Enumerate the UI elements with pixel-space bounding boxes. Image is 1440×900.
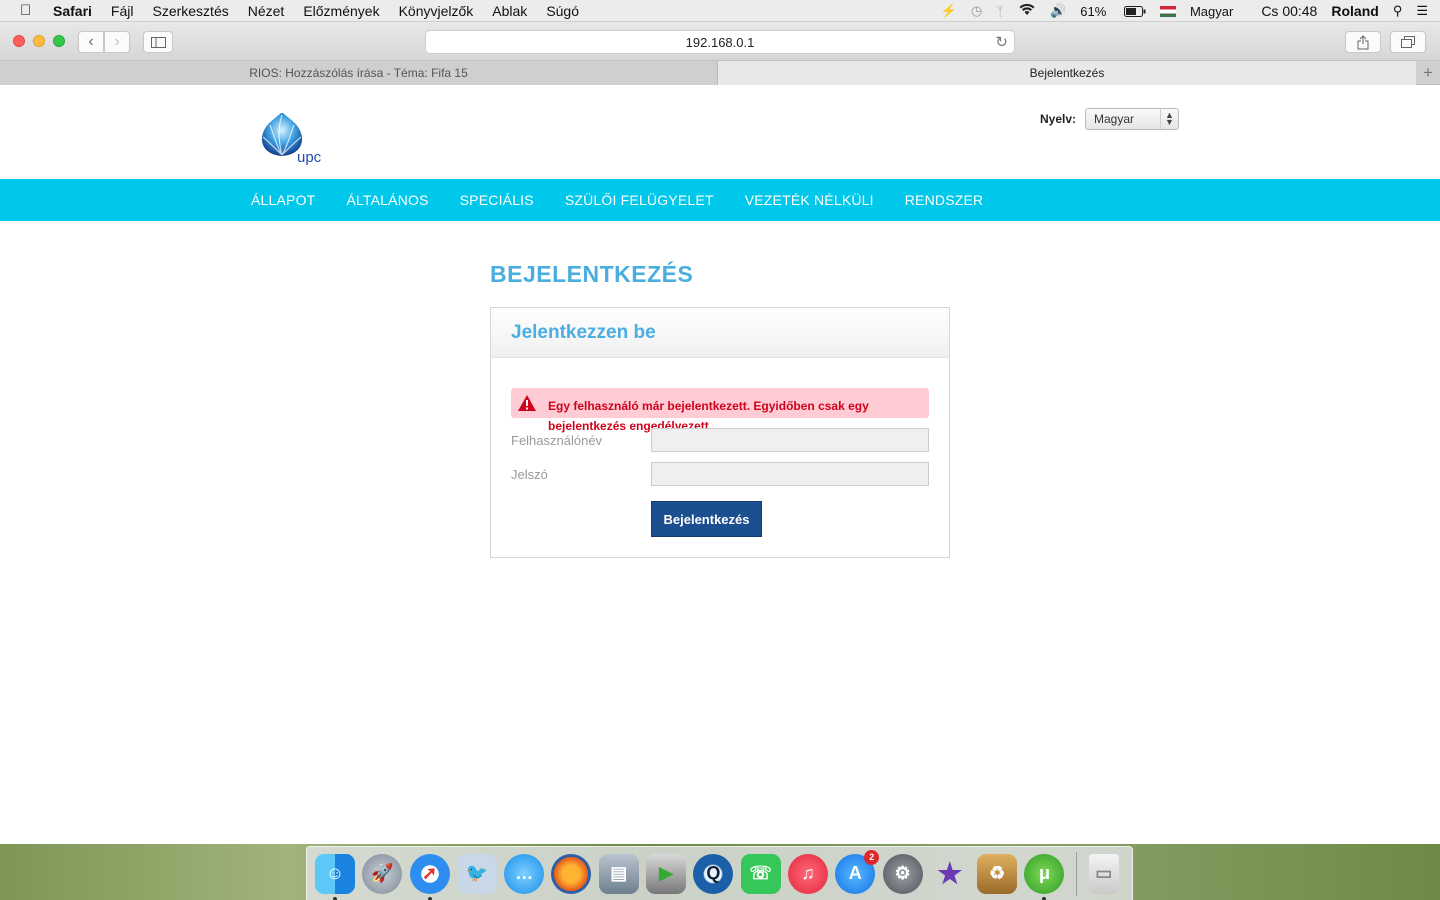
nav-advanced[interactable]: SPECIÁLIS: [460, 192, 534, 208]
video-app-icon[interactable]: ▶: [646, 853, 687, 894]
warning-icon: [518, 395, 536, 411]
spotlight-icon[interactable]: ⚲: [1393, 3, 1403, 19]
tab-rios[interactable]: RIOS: Hozzászólás írása - Téma: Fifa 15: [0, 61, 718, 85]
archive-utility-icon[interactable]: ♻: [977, 853, 1018, 894]
tab-label: RIOS: Hozzászólás írása - Téma: Fifa 15: [249, 66, 468, 80]
dock-separator: [1075, 851, 1077, 896]
login-panel-title: Jelentkezzen be: [511, 321, 656, 343]
running-indicator: [427, 896, 432, 900]
tabs-overview-icon: [1401, 36, 1415, 48]
hungarian-flag-icon: [1159, 5, 1176, 17]
dock: ☺ 🚀 ➚ 🐦 … ▤ ▶ Q ☏ ♫ A2 ⚙ ★ ♻ μ ▭: [306, 846, 1133, 900]
close-window-button[interactable]: [13, 35, 25, 47]
menu-bar:  Safari Fájl Szerkesztés Nézet Előzmény…: [0, 0, 1440, 22]
finder-icon[interactable]: ☺: [315, 853, 355, 900]
browser-window: ‹ › 192.168.0.1 ↻ RIOS: Hozzászólás írás…: [0, 22, 1440, 844]
plus-icon: +: [1423, 62, 1433, 82]
menu-edit[interactable]: Szerkesztés: [152, 3, 228, 19]
page-title: BEJELENTKEZÉS: [490, 261, 694, 287]
tab-label: Bejelentkezés: [1029, 66, 1105, 80]
notification-center-icon[interactable]: ☰: [1416, 3, 1428, 19]
app-store-badge: 2: [864, 849, 880, 865]
chevron-right-icon: ›: [114, 33, 120, 50]
user-menu[interactable]: Roland: [1331, 3, 1378, 19]
apple-menu-icon[interactable]: : [20, 2, 38, 19]
sidebar-icon: [150, 36, 166, 48]
menu-file[interactable]: Fájl: [111, 3, 134, 19]
utorrent-icon[interactable]: μ: [1024, 853, 1065, 900]
menu-app-safari[interactable]: Safari: [53, 3, 92, 19]
safari-icon[interactable]: ➚: [409, 853, 450, 900]
bluetooth-icon[interactable]: ᛉ: [996, 4, 1004, 19]
url-text: 192.168.0.1: [685, 34, 755, 50]
tab-bar: RIOS: Hozzászólás írása - Téma: Fifa 15 …: [0, 61, 1440, 85]
menu-view[interactable]: Nézet: [248, 3, 285, 19]
nav-status[interactable]: ÁLLAPOT: [251, 192, 315, 208]
nav-wireless[interactable]: VEZETÉK NÉLKÜLI: [745, 192, 874, 208]
language-value: Magyar: [1094, 112, 1135, 126]
system-preferences-icon[interactable]: ⚙: [882, 853, 923, 894]
trash-icon[interactable]: ▭: [1088, 853, 1119, 894]
web-page: upc Nyelv: Magyar ▲ ▼ ÁLLAPOT ÁLTALÁNOS S…: [0, 85, 1440, 844]
battery-percent: 61%: [1080, 3, 1107, 19]
login-panel: Jelentkezzen be Egy felhasználó már beje…: [490, 307, 950, 558]
password-label: Jelszó: [511, 467, 548, 482]
itunes-icon[interactable]: ♫: [787, 853, 828, 894]
tab-login[interactable]: Bejelentkezés: [718, 61, 1416, 85]
menu-help[interactable]: Súgó: [546, 3, 579, 19]
select-arrows-icon: ▲ ▼: [1160, 109, 1178, 129]
nav-system[interactable]: RENDSZER: [905, 192, 984, 208]
mail-app-icon[interactable]: 🐦: [456, 853, 497, 894]
browser-toolbar: ‹ › 192.168.0.1 ↻: [0, 22, 1440, 61]
minimize-window-button[interactable]: [33, 35, 45, 47]
nav-parental-control[interactable]: SZÜLŐI FELÜGYELET: [565, 192, 714, 208]
volume-icon[interactable]: 🔊: [1050, 3, 1066, 19]
fullscreen-window-button[interactable]: [53, 35, 65, 47]
back-button[interactable]: ‹: [78, 31, 104, 53]
logo-text: upc: [297, 149, 322, 166]
status-area: ⚡ ◷ ᛉ 🔊 61% Magyar Cs 00:48 Roland ⚲ ☰: [941, 0, 1440, 22]
password-input[interactable]: [651, 462, 929, 486]
login-button[interactable]: Bejelentkezés: [651, 501, 762, 537]
flash-icon[interactable]: ⚡: [941, 3, 957, 19]
nav-general[interactable]: ÁLTALÁNOS: [346, 192, 428, 208]
messages-icon[interactable]: …: [504, 853, 545, 894]
wifi-icon[interactable]: [1018, 3, 1036, 19]
menu-window[interactable]: Ablak: [492, 3, 527, 19]
language-label: Nyelv:: [1040, 112, 1077, 126]
forward-button[interactable]: ›: [104, 31, 130, 53]
facetime-icon[interactable]: ☏: [740, 853, 781, 894]
battery-status[interactable]: 61%: [1080, 4, 1146, 19]
app-store-icon[interactable]: A2: [835, 849, 880, 894]
address-bar[interactable]: 192.168.0.1 ↻: [425, 30, 1015, 54]
launchpad-icon[interactable]: 🚀: [362, 853, 403, 894]
running-indicator: [1042, 896, 1047, 900]
input-source-menu[interactable]: Magyar: [1159, 3, 1247, 19]
clock[interactable]: Cs 00:48: [1261, 3, 1317, 19]
menu-history[interactable]: Előzmények: [303, 3, 379, 19]
running-indicator: [333, 896, 337, 900]
error-alert: Egy felhasználó már bejelentkezett. Egyi…: [511, 388, 929, 433]
username-label: Felhasználónév: [511, 433, 603, 448]
show-tabs-button[interactable]: [1390, 31, 1426, 53]
battery-icon: [1123, 5, 1146, 17]
share-button[interactable]: [1345, 31, 1381, 53]
time-machine-icon[interactable]: ◷: [971, 3, 982, 19]
username-input[interactable]: [651, 428, 929, 452]
share-icon: [1357, 34, 1369, 49]
input-source-label: Magyar: [1189, 3, 1234, 19]
imovie-icon[interactable]: ★: [930, 854, 970, 894]
main-nav: ÁLLAPOT ÁLTALÁNOS SPECIÁLIS SZÜLŐI FELÜG…: [0, 179, 1440, 221]
sidebar-toggle-button[interactable]: [143, 31, 173, 53]
chevron-left-icon: ‹: [88, 33, 94, 50]
quicktime-icon[interactable]: Q: [693, 853, 734, 894]
language-select[interactable]: Magyar ▲ ▼: [1085, 108, 1179, 130]
menu-bookmarks[interactable]: Könyvjelzők: [399, 3, 474, 19]
reload-icon[interactable]: ↻: [995, 33, 1008, 51]
tape-app-icon[interactable]: ▤: [598, 853, 639, 894]
login-panel-header: Jelentkezzen be: [491, 308, 949, 358]
firefox-icon[interactable]: [551, 853, 592, 894]
new-tab-button[interactable]: +: [1416, 61, 1440, 84]
